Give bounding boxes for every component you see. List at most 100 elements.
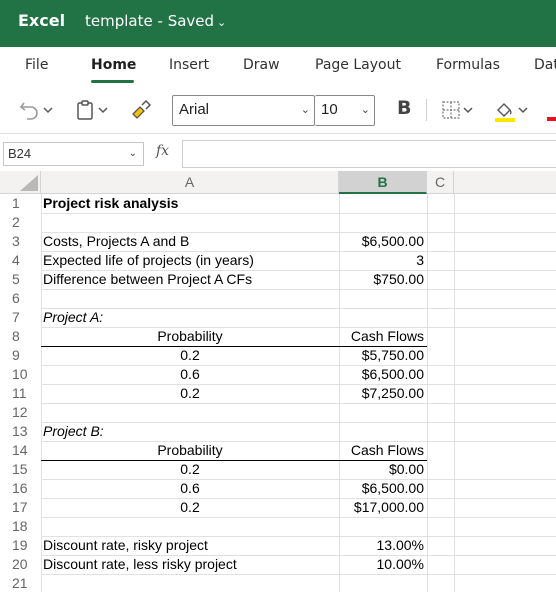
cell-a13[interactable]: Project B: <box>43 422 339 441</box>
cell-b16[interactable]: $6,500.00 <box>339 479 424 498</box>
gridline <box>41 403 556 404</box>
cell-b5[interactable]: $750.00 <box>339 270 424 289</box>
title-separator: - <box>157 12 163 30</box>
row-header[interactable]: 17 <box>0 498 41 517</box>
row-header[interactable]: 13 <box>0 422 41 441</box>
row-header[interactable]: 14 <box>0 441 41 460</box>
column-header-c[interactable]: C <box>427 171 454 194</box>
column-header-d[interactable] <box>454 171 556 194</box>
cell-b14[interactable]: Cash Flows <box>339 441 424 460</box>
cell-b11[interactable]: $7,250.00 <box>339 384 424 403</box>
gridline <box>41 289 556 290</box>
row-header[interactable]: 10 <box>0 365 41 384</box>
cell-a14[interactable]: Probability <box>41 441 339 460</box>
cell-a15[interactable]: 0.2 <box>41 460 339 479</box>
cell-a16[interactable]: 0.6 <box>41 479 339 498</box>
cell-a9[interactable]: 0.2 <box>41 346 339 365</box>
cell-a5[interactable]: Difference between Project A CFs <box>43 270 339 289</box>
fill-color-button[interactable] <box>493 97 529 123</box>
gridline <box>454 194 455 592</box>
row-header[interactable]: 4 <box>0 251 41 270</box>
chevron-down-icon: ⌄ <box>300 104 310 116</box>
chevron-down-icon: ⌄ <box>217 16 227 29</box>
tab-home[interactable]: Home <box>91 57 136 73</box>
borders-icon <box>442 101 460 119</box>
undo-button[interactable] <box>18 97 54 123</box>
cell-a8[interactable]: Probability <box>41 327 339 346</box>
chevron-down-icon <box>43 107 53 114</box>
chevron-down-icon: ⌄ <box>360 104 370 116</box>
tab-data[interactable]: Dat <box>534 57 556 73</box>
row-header[interactable]: 8 <box>0 327 41 346</box>
row-header[interactable]: 9 <box>0 346 41 365</box>
row-header[interactable]: 6 <box>0 289 41 308</box>
row-header[interactable]: 16 <box>0 479 41 498</box>
font-name-select[interactable]: Arial ⌄ <box>172 95 315 126</box>
select-all-button[interactable] <box>0 171 41 194</box>
row-header[interactable]: 19 <box>0 536 41 555</box>
borders-button[interactable] <box>440 97 474 123</box>
cell-b10[interactable]: $6,500.00 <box>339 365 424 384</box>
row-header[interactable]: 5 <box>0 270 41 289</box>
function-icon[interactable]: fx <box>156 143 169 159</box>
cell-b20[interactable]: 10.00% <box>339 555 424 574</box>
row-header[interactable]: 1 <box>0 194 41 213</box>
row-header[interactable]: 21 <box>0 574 41 592</box>
cell-a1[interactable]: Project risk analysis <box>43 194 339 213</box>
document-title[interactable]: template - Saved ⌄ <box>85 12 226 30</box>
font-size-select[interactable]: 10 ⌄ <box>315 95 375 126</box>
spreadsheet-grid[interactable]: A B C 1 2 3 4 5 6 7 8 9 10 11 12 13 14 1… <box>0 171 556 592</box>
cell-a10[interactable]: 0.6 <box>41 365 339 384</box>
cell-b8[interactable]: Cash Flows <box>339 327 424 346</box>
row-header[interactable]: 3 <box>0 232 41 251</box>
cell-b17[interactable]: $17,000.00 <box>339 498 424 517</box>
document-name: template <box>85 12 153 30</box>
ribbon-tabs: File Home Insert Draw Page Layout Formul… <box>0 47 556 87</box>
font-color-swatch[interactable] <box>547 117 556 121</box>
cell-a20[interactable]: Discount rate, less risky project <box>43 555 339 574</box>
chevron-down-icon <box>98 107 108 114</box>
tab-formulas[interactable]: Formulas <box>436 57 500 73</box>
toolbar: Arial ⌄ 10 ⌄ B <box>0 87 556 133</box>
format-painter-icon <box>132 99 152 119</box>
cell-a17[interactable]: 0.2 <box>41 498 339 517</box>
app-name[interactable]: Excel <box>18 11 65 30</box>
cell-b4[interactable]: 3 <box>339 251 424 270</box>
active-tab-indicator <box>91 80 134 83</box>
bold-button[interactable]: B <box>397 97 411 119</box>
tab-file[interactable]: File <box>25 57 48 73</box>
row-header[interactable]: 2 <box>0 213 41 232</box>
column-header-a[interactable]: A <box>41 171 339 194</box>
row-header[interactable]: 12 <box>0 403 41 422</box>
row-header[interactable]: 18 <box>0 517 41 536</box>
clipboard-icon <box>77 100 93 120</box>
row-header[interactable]: 15 <box>0 460 41 479</box>
cell-a3[interactable]: Costs, Projects A and B <box>43 232 339 251</box>
cell-a7[interactable]: Project A: <box>43 308 339 327</box>
cell-b9[interactable]: $5,750.00 <box>339 346 424 365</box>
paste-button[interactable] <box>75 97 109 123</box>
cell-a19[interactable]: Discount rate, risky project <box>43 536 339 555</box>
name-box[interactable]: B24 ⌄ <box>3 142 144 166</box>
cell-b15[interactable]: $0.00 <box>339 460 424 479</box>
title-bar: Excel template - Saved ⌄ <box>0 0 556 47</box>
font-name-value: Arial <box>179 101 210 118</box>
column-header-b[interactable]: B <box>339 171 427 194</box>
tab-insert[interactable]: Insert <box>169 57 209 73</box>
select-all-triangle-icon <box>20 175 38 191</box>
format-painter-button[interactable] <box>130 97 152 123</box>
cell-a4[interactable]: Expected life of projects (in years) <box>43 251 339 270</box>
gridline <box>427 194 428 592</box>
formula-input[interactable] <box>182 140 556 168</box>
row-header[interactable]: 20 <box>0 555 41 574</box>
gridline <box>41 574 556 575</box>
row-header[interactable]: 11 <box>0 384 41 403</box>
cell-a11[interactable]: 0.2 <box>41 384 339 403</box>
cell-b3[interactable]: $6,500.00 <box>339 232 424 251</box>
tab-page-layout[interactable]: Page Layout <box>315 57 401 73</box>
tab-draw[interactable]: Draw <box>243 57 280 73</box>
save-status: Saved <box>167 12 215 30</box>
paint-bucket-icon <box>495 103 515 122</box>
cell-b19[interactable]: 13.00% <box>339 536 424 555</box>
row-header[interactable]: 7 <box>0 308 41 327</box>
